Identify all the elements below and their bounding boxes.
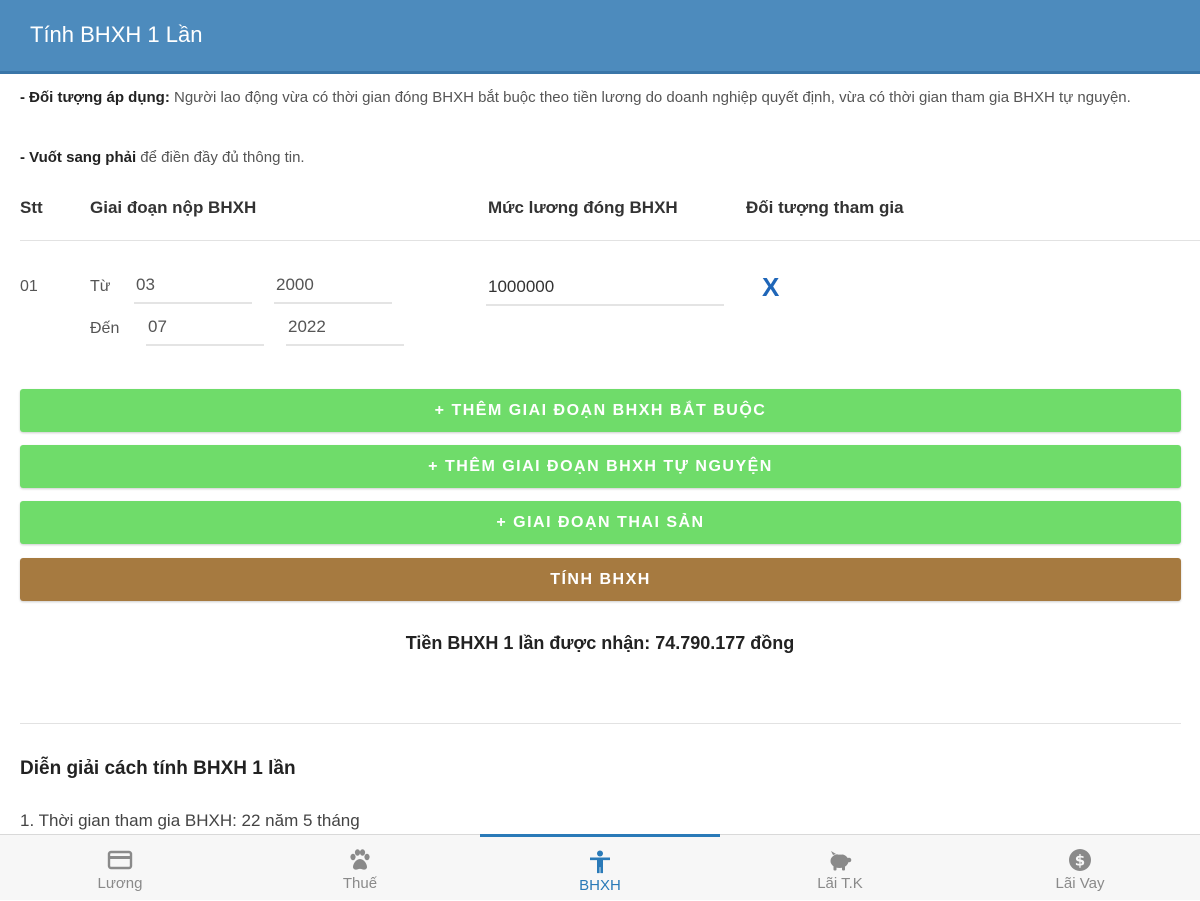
note-label-swipe: - Vuốt sang phải	[20, 149, 137, 166]
bottom-tab-bar: Lương Thuế BHXH Lãi T.K $ Lãi Vay	[0, 834, 1200, 900]
to-month-input[interactable]: 07	[146, 316, 264, 346]
tab-lai-vay[interactable]: $ Lãi Vay	[960, 835, 1200, 901]
column-header-stt: Stt	[20, 198, 43, 217]
to-label: Đến	[90, 320, 120, 337]
from-label: Từ	[90, 278, 111, 295]
dollar-icon: $	[960, 847, 1200, 873]
result-divider	[20, 723, 1181, 724]
swipe-hint-note: - Vuốt sang phải để điền đầy đủ thông ti…	[20, 145, 1185, 171]
person-icon	[480, 849, 720, 875]
page-title: Tính BHXH 1 Lần	[30, 22, 203, 47]
explanation-line-1: 1. Thời gian tham gia BHXH: 22 năm 5 thá…	[20, 811, 360, 830]
from-year-input[interactable]: 2000	[274, 274, 392, 304]
note-text-subjects: Người lao động vừa có thời gian đóng BHX…	[169, 89, 1131, 106]
note-text-swipe: để điền đầy đủ thông tin.	[136, 149, 305, 166]
table-header-divider	[20, 240, 1200, 241]
tab-lai-tk[interactable]: Lãi T.K	[720, 835, 960, 901]
result-amount: Tiền BHXH 1 lần được nhận: 74.790.177 đồ…	[405, 633, 795, 653]
add-maternity-period-button[interactable]: + GIAI ĐOẠN THAI SẢN	[20, 501, 1181, 544]
calculate-button[interactable]: TÍNH BHXH	[20, 558, 1181, 601]
tab-label-bhxh: BHXH	[579, 877, 621, 894]
delete-row-button[interactable]: X	[762, 272, 779, 303]
column-header-salary: Mức lương đóng BHXH	[488, 198, 678, 217]
salary-input[interactable]: 1000000	[486, 276, 724, 306]
column-header-period: Giai đoạn nộp BHXH	[90, 198, 257, 217]
tab-bhxh[interactable]: BHXH	[480, 834, 720, 900]
add-voluntary-period-button[interactable]: + THÊM GIAI ĐOẠN BHXH TỰ NGUYỆN	[20, 445, 1181, 488]
from-month-input[interactable]: 03	[134, 274, 252, 304]
add-mandatory-period-button[interactable]: + THÊM GIAI ĐOẠN BHXH BẮT BUỘC	[20, 389, 1181, 432]
piggy-bank-icon	[720, 847, 960, 873]
tab-label-thue: Thuế	[342, 875, 378, 892]
tab-label-lai-vay: Lãi Vay	[1055, 875, 1105, 892]
svg-text:$: $	[1075, 852, 1085, 870]
tab-thue[interactable]: Thuế	[240, 835, 480, 901]
applicable-subjects-note: - Đối tượng áp dụng: Người lao động vừa …	[20, 85, 1185, 111]
to-year-input[interactable]: 2022	[286, 316, 404, 346]
app-header: Tính BHXH 1 Lần	[0, 0, 1200, 74]
note-label-subjects: - Đối tượng áp dụng:	[20, 89, 170, 106]
column-header-participant-type: Đối tượng tham gia	[746, 198, 904, 217]
explanation-title: Diễn giải cách tính BHXH 1 lần	[20, 758, 296, 779]
paw-icon	[240, 847, 480, 873]
tab-luong[interactable]: Lương	[0, 835, 240, 901]
row-stt: 01	[20, 278, 38, 295]
card-icon	[0, 847, 240, 873]
tab-label-lai-tk: Lãi T.K	[817, 875, 863, 892]
tab-label-luong: Lương	[97, 875, 143, 892]
